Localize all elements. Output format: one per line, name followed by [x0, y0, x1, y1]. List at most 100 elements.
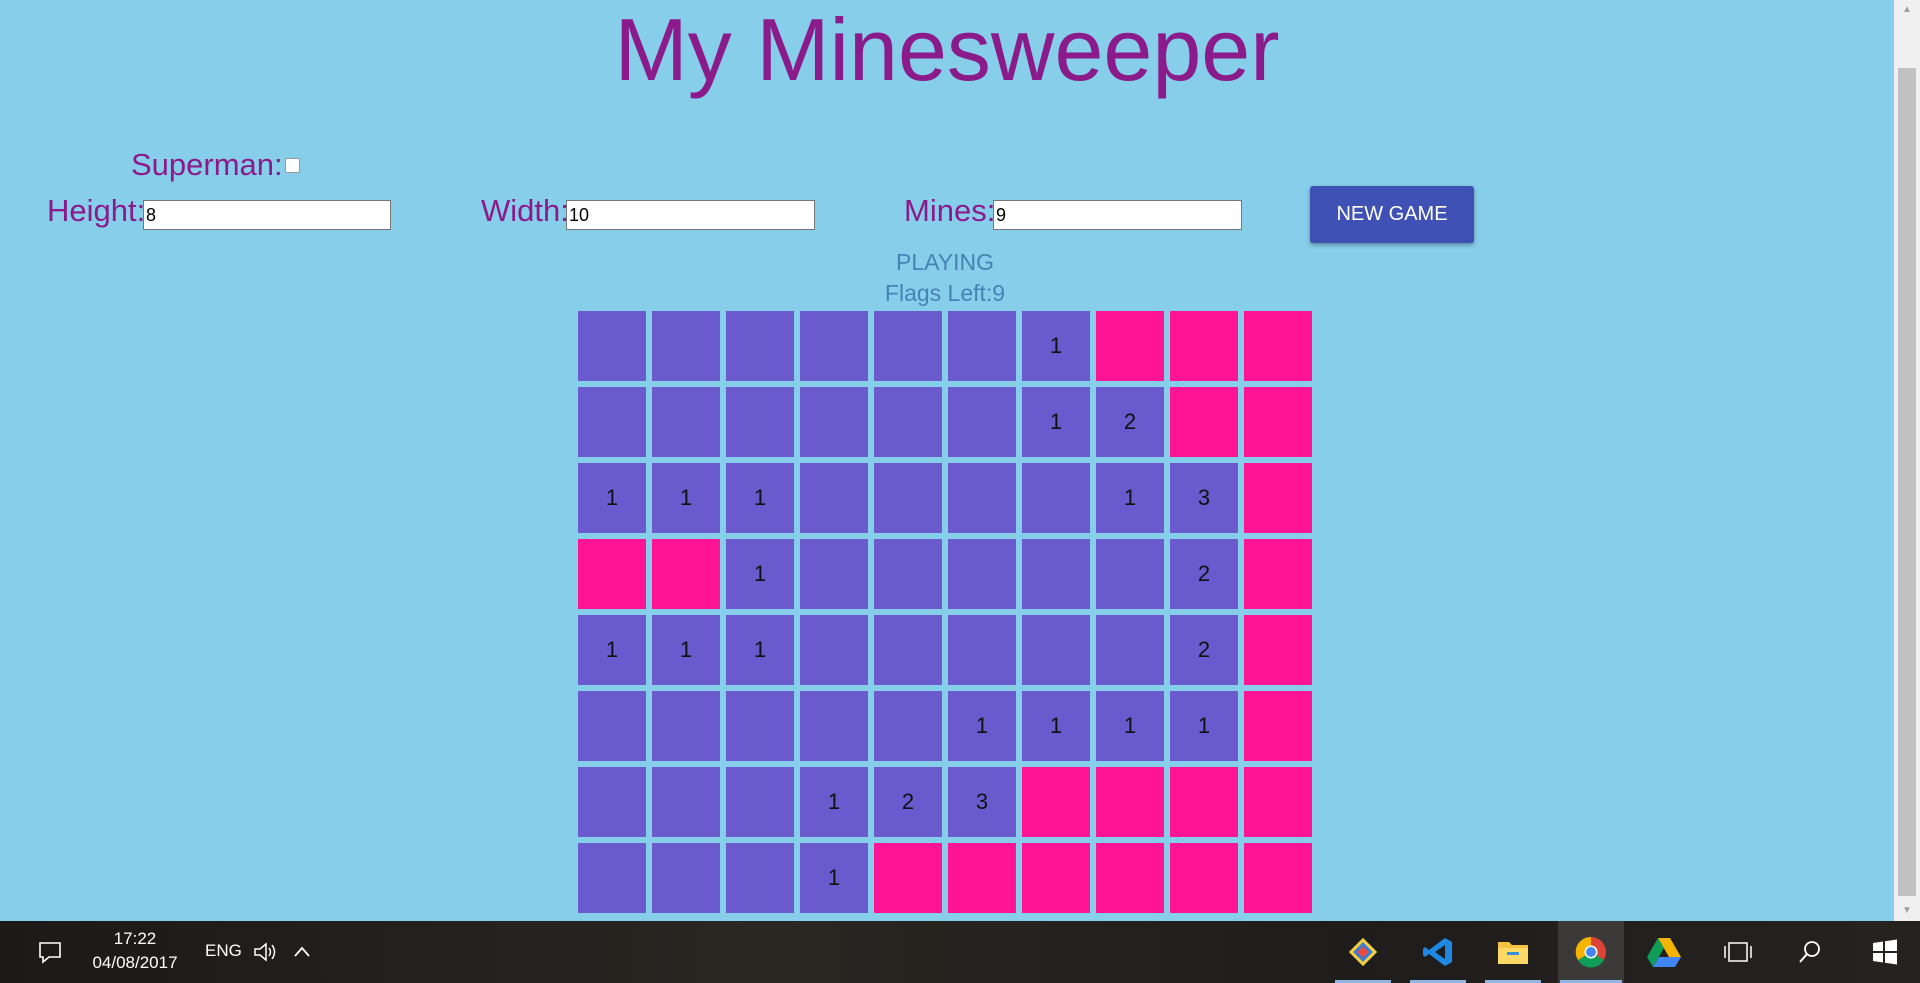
board-cell[interactable]	[948, 843, 1016, 913]
board-cell[interactable]	[874, 843, 942, 913]
chrome-icon[interactable]	[1558, 921, 1624, 983]
board-cell[interactable]: 1	[800, 843, 868, 913]
scroll-thumb[interactable]	[1898, 68, 1916, 896]
board-cell[interactable]	[800, 463, 868, 533]
board-cell[interactable]	[1170, 311, 1238, 381]
taskbar-clock[interactable]: 17:22 04/08/2017	[80, 927, 190, 975]
board-cell[interactable]	[874, 311, 942, 381]
git-icon[interactable]	[1333, 921, 1393, 983]
scroll-up-arrow-icon[interactable]: ▲	[1894, 0, 1920, 20]
board-cell[interactable]	[1244, 843, 1312, 913]
board-cell[interactable]	[948, 539, 1016, 609]
board-cell[interactable]	[948, 387, 1016, 457]
board-cell[interactable]: 1	[1022, 691, 1090, 761]
board-cell[interactable]: 2	[1170, 539, 1238, 609]
height-input[interactable]	[143, 200, 391, 230]
board-cell[interactable]	[874, 539, 942, 609]
board-cell[interactable]	[874, 463, 942, 533]
board-cell[interactable]	[800, 387, 868, 457]
board-cell[interactable]	[948, 463, 1016, 533]
board-cell[interactable]	[948, 311, 1016, 381]
board-cell[interactable]	[874, 615, 942, 685]
file-explorer-icon[interactable]	[1483, 921, 1543, 983]
board-cell[interactable]	[800, 691, 868, 761]
board-cell[interactable]	[1244, 387, 1312, 457]
board-cell[interactable]	[726, 843, 794, 913]
board-cell[interactable]	[578, 691, 646, 761]
board-cell[interactable]	[1244, 463, 1312, 533]
board-cell[interactable]: 1	[726, 539, 794, 609]
board-cell[interactable]	[1244, 691, 1312, 761]
superman-checkbox[interactable]	[285, 158, 300, 173]
board-cell[interactable]: 1	[1022, 387, 1090, 457]
board-cell[interactable]: 1	[1022, 311, 1090, 381]
board-cell[interactable]	[652, 539, 720, 609]
width-input[interactable]	[566, 200, 815, 230]
board-cell[interactable]	[1096, 539, 1164, 609]
board-cell[interactable]	[1096, 843, 1164, 913]
board-cell[interactable]	[578, 539, 646, 609]
board-cell[interactable]	[652, 691, 720, 761]
board-cell[interactable]: 2	[1096, 387, 1164, 457]
board-cell[interactable]	[1022, 615, 1090, 685]
board-cell[interactable]: 2	[1170, 615, 1238, 685]
board-cell[interactable]	[1170, 767, 1238, 837]
board-cell[interactable]	[948, 615, 1016, 685]
board-cell[interactable]	[1244, 767, 1312, 837]
board-cell[interactable]: 1	[652, 615, 720, 685]
windows-start-icon[interactable]	[1855, 921, 1915, 983]
task-view-icon[interactable]	[1708, 921, 1768, 983]
board-cell[interactable]: 1	[578, 463, 646, 533]
vertical-scrollbar[interactable]: ▲ ▼	[1894, 0, 1920, 921]
board-cell[interactable]	[1244, 539, 1312, 609]
board-cell[interactable]: 1	[1096, 691, 1164, 761]
board-cell[interactable]: 3	[948, 767, 1016, 837]
board-cell[interactable]	[652, 843, 720, 913]
chevron-up-icon[interactable]	[288, 921, 316, 983]
board-cell[interactable]	[800, 615, 868, 685]
board-cell[interactable]: 1	[948, 691, 1016, 761]
board-cell[interactable]	[874, 691, 942, 761]
board-cell[interactable]	[578, 311, 646, 381]
board-cell[interactable]: 2	[874, 767, 942, 837]
board-cell[interactable]: 3	[1170, 463, 1238, 533]
new-game-button[interactable]: NEW GAME	[1310, 186, 1474, 243]
board-cell[interactable]	[726, 387, 794, 457]
board-cell[interactable]	[726, 691, 794, 761]
board-cell[interactable]: 1	[726, 615, 794, 685]
input-language[interactable]: ENG	[205, 941, 242, 961]
board-cell[interactable]	[578, 767, 646, 837]
board-cell[interactable]	[874, 387, 942, 457]
board-cell[interactable]: 1	[726, 463, 794, 533]
board-cell[interactable]: 1	[652, 463, 720, 533]
board-cell[interactable]	[800, 311, 868, 381]
board-cell[interactable]	[1022, 843, 1090, 913]
board-cell[interactable]: 1	[1096, 463, 1164, 533]
board-cell[interactable]	[1096, 767, 1164, 837]
vscode-icon[interactable]	[1408, 921, 1468, 983]
board-cell[interactable]	[652, 767, 720, 837]
board-cell[interactable]	[726, 311, 794, 381]
board-cell[interactable]	[1096, 311, 1164, 381]
board-cell[interactable]	[652, 311, 720, 381]
board-cell[interactable]	[1022, 463, 1090, 533]
google-drive-icon[interactable]	[1634, 921, 1694, 983]
scroll-down-arrow-icon[interactable]: ▼	[1894, 901, 1920, 921]
board-cell[interactable]: 1	[578, 615, 646, 685]
board-cell[interactable]	[1096, 615, 1164, 685]
board-cell[interactable]	[1022, 539, 1090, 609]
board-cell[interactable]	[652, 387, 720, 457]
mines-input[interactable]	[993, 200, 1242, 230]
board-cell[interactable]	[1244, 615, 1312, 685]
board-cell[interactable]	[1244, 311, 1312, 381]
volume-icon[interactable]	[250, 921, 280, 983]
board-cell[interactable]	[1022, 767, 1090, 837]
action-center-icon[interactable]	[20, 921, 80, 983]
board-cell[interactable]	[726, 767, 794, 837]
board-cell[interactable]: 1	[800, 767, 868, 837]
board-cell[interactable]	[800, 539, 868, 609]
board-cell[interactable]: 1	[1170, 691, 1238, 761]
board-cell[interactable]	[1170, 843, 1238, 913]
board-cell[interactable]	[1170, 387, 1238, 457]
search-icon[interactable]	[1782, 921, 1838, 983]
